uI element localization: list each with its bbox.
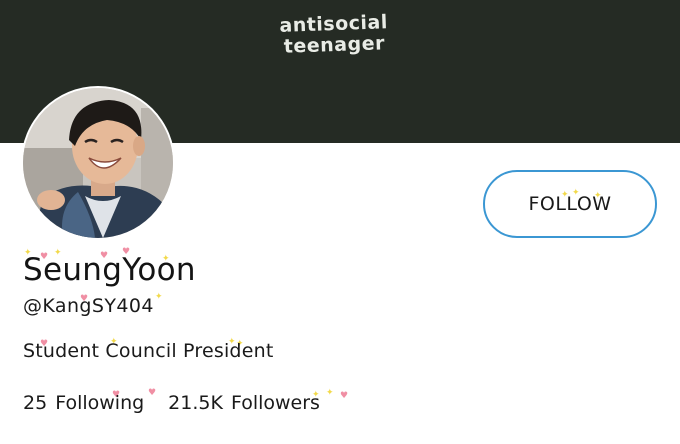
follow-button[interactable]: FOLLOW (483, 170, 657, 238)
avatar[interactable] (21, 86, 175, 240)
sparkle-icon: ✦ (326, 388, 334, 398)
followers-link[interactable]: 21.5K Followers (168, 392, 320, 414)
profile-stats: 25 Following 21.5K Followers (23, 392, 320, 414)
heart-icon: ♥ (340, 391, 349, 401)
profile-bio: Student Council President (23, 340, 274, 362)
banner-line-2: teenager (283, 32, 386, 58)
following-count: 25 (23, 392, 48, 414)
following-label: Following (55, 392, 145, 414)
following-link[interactable]: 25 Following (23, 392, 144, 414)
followers-label: Followers (230, 392, 320, 414)
banner-caption: antisocial teenager (271, 11, 396, 58)
profile-handle: @KangSY404 (23, 295, 154, 317)
avatar-photo (23, 88, 173, 238)
sparkle-icon: ✦ (594, 191, 602, 201)
sparkle-icon: ✦ (155, 292, 163, 302)
profile-name: SeungYoon (23, 252, 196, 288)
sparkle-icon: ✦ (561, 190, 569, 200)
sparkle-icon: ✦ (572, 188, 580, 198)
followers-count: 21.5K (168, 392, 223, 414)
